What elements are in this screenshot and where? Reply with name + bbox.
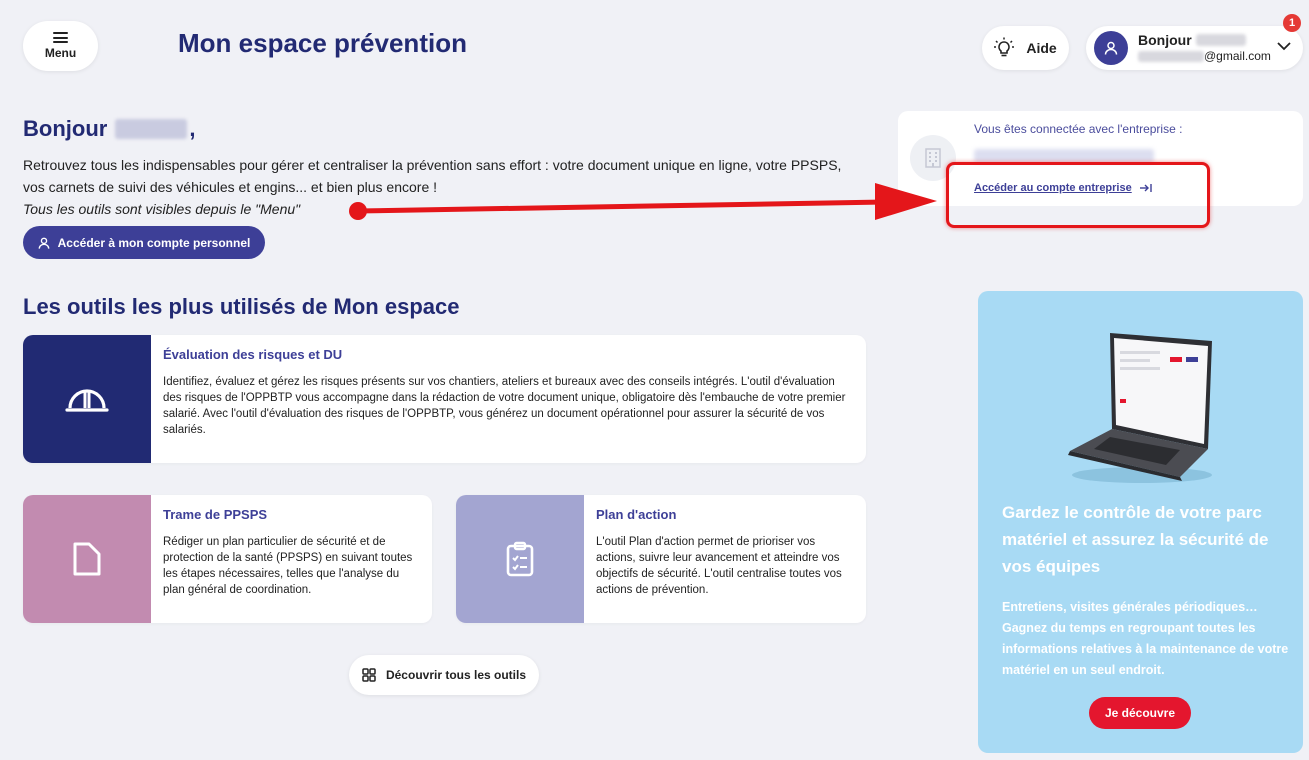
annotation-highlight-box xyxy=(946,162,1210,228)
user-info: Bonjour @gmail.com xyxy=(1138,32,1271,64)
tool-visual xyxy=(23,335,151,463)
user-greeting: Bonjour xyxy=(1138,32,1192,48)
help-label: Aide xyxy=(1026,40,1057,56)
tool-title: Plan d'action xyxy=(596,507,677,522)
discover-all-tools-button[interactable]: Découvrir tous les outils xyxy=(349,655,539,695)
tool-title: Évaluation des risques et DU xyxy=(163,347,343,362)
document-icon xyxy=(73,542,101,576)
laptop-illustration xyxy=(1068,333,1212,483)
tool-title: Trame de PPSPS xyxy=(163,507,268,522)
greeting-text: Bonjour xyxy=(23,116,108,141)
grid-icon xyxy=(362,668,376,682)
user-email-suffix: @gmail.com xyxy=(1204,49,1271,63)
menu-label: Menu xyxy=(44,46,77,60)
redacted-email-prefix xyxy=(1138,50,1204,62)
annotation-arrow xyxy=(349,183,937,220)
tool-visual xyxy=(456,495,584,623)
app-title: Mon espace prévention xyxy=(178,28,467,58)
promo-title: Gardez le contrôle de votre parc matérie… xyxy=(1002,503,1269,576)
tools-section-title: Les outils les plus utilisés de Mon espa… xyxy=(23,294,460,319)
notification-badge: 1 xyxy=(1283,14,1301,32)
personal-account-button[interactable]: Accéder à mon compte personnel xyxy=(23,226,265,259)
chevron-down-icon xyxy=(1277,42,1291,51)
discover-all-tools-label: Découvrir tous les outils xyxy=(385,668,527,682)
tool-card-ppsps[interactable]: Trame de PPSPS Rédiger un plan particuli… xyxy=(23,495,432,623)
personal-account-label: Accéder à mon compte personnel xyxy=(57,235,251,250)
connected-company-label: Vous êtes connectée avec l'entreprise : xyxy=(974,122,1183,136)
tool-card-action-plan[interactable]: Plan d'action L'outil Plan d'action perm… xyxy=(456,495,866,623)
redacted-company-name xyxy=(974,149,1154,163)
hard-hat-icon xyxy=(65,389,109,412)
tool-description: Rédiger un plan particulier de sécurité … xyxy=(163,536,413,596)
tool-description: L'outil Plan d'action permet de priorise… xyxy=(596,536,842,596)
redacted-first-name xyxy=(115,119,188,139)
promo-text: Entretiens, visites générales périodique… xyxy=(1002,600,1289,677)
user-icon xyxy=(1104,41,1118,55)
user-avatar xyxy=(1094,31,1128,65)
promo-discover-button[interactable]: Je découvre xyxy=(1089,697,1191,729)
checklist-icon xyxy=(506,541,534,577)
menu-button[interactable]: Menu xyxy=(23,21,98,71)
user-menu-button[interactable]: Bonjour @gmail.com xyxy=(1086,26,1303,70)
tool-description: Identifiez, évaluez et gérez les risques… xyxy=(163,376,846,436)
welcome-greeting: Bonjour , xyxy=(23,116,195,142)
lightbulb-icon xyxy=(994,37,1015,57)
promo-banner: Gardez le contrôle de votre parc matérie… xyxy=(978,291,1303,753)
user-icon xyxy=(38,237,50,249)
hamburger-icon xyxy=(53,32,68,43)
greeting-comma: , xyxy=(189,116,196,141)
tool-card-risk-evaluation[interactable]: Évaluation des risques et DU Identifiez,… xyxy=(23,335,866,463)
tool-visual xyxy=(23,495,151,623)
redacted-username xyxy=(1195,34,1246,46)
help-button[interactable]: Aide xyxy=(982,26,1069,70)
